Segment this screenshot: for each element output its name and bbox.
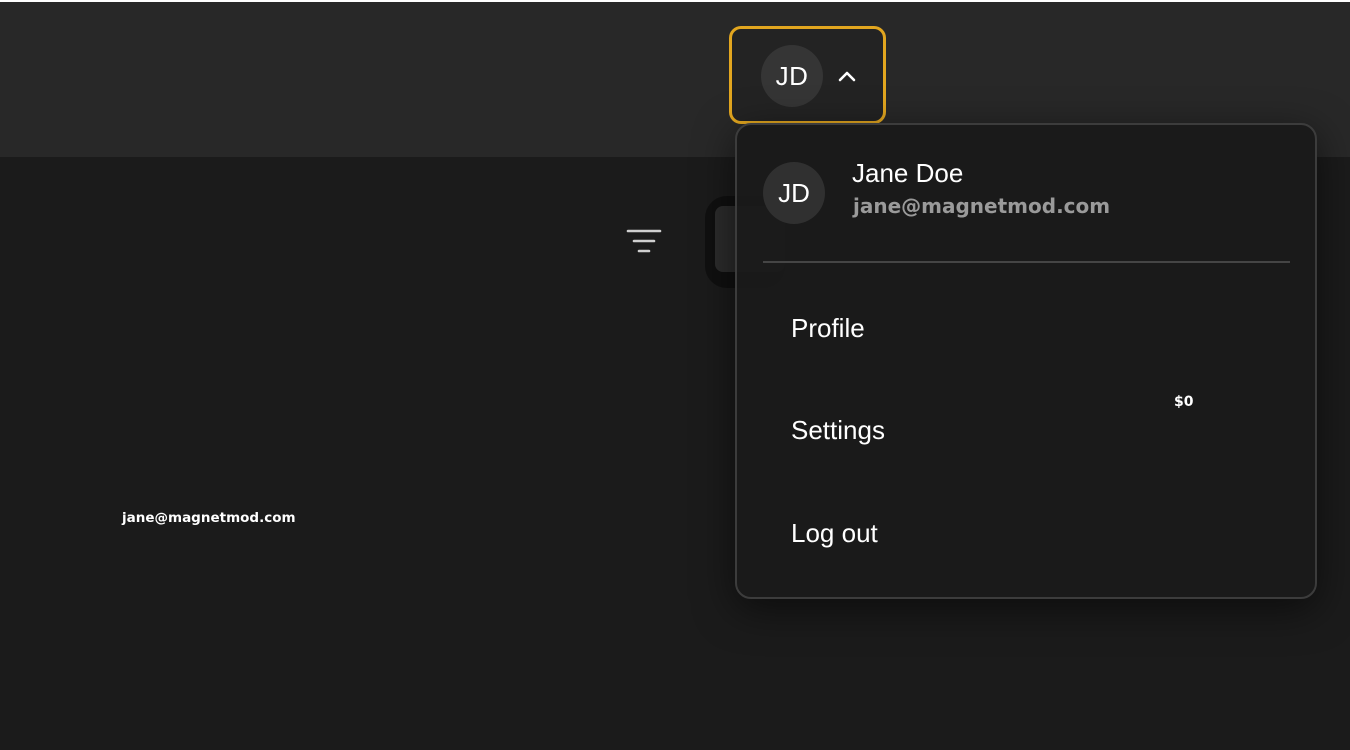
background-email-text: jane@magnetmod.com — [122, 510, 296, 526]
app-page: JD jane@magnetmod.com JD Jane Doe jane@m… — [0, 0, 1350, 750]
user-email: jane@magnetmod.com — [853, 194, 1111, 218]
account-menu-button[interactable]: JD — [729, 26, 886, 124]
chevron-up-icon — [838, 71, 856, 82]
account-dropdown-menu: JD Jane Doe jane@magnetmod.com Profile S… — [735, 123, 1317, 599]
filter-icon[interactable] — [625, 226, 663, 256]
menu-item-profile[interactable]: Profile — [763, 288, 1290, 368]
avatar: JD — [761, 45, 823, 107]
user-avatar: JD — [763, 162, 825, 224]
menu-item-settings[interactable]: Settings — [763, 390, 1290, 470]
menu-divider — [763, 261, 1290, 263]
user-name: Jane Doe — [852, 158, 964, 188]
background-amount-text: $0 — [1174, 394, 1194, 410]
menu-item-log-out[interactable]: Log out — [763, 493, 1290, 573]
